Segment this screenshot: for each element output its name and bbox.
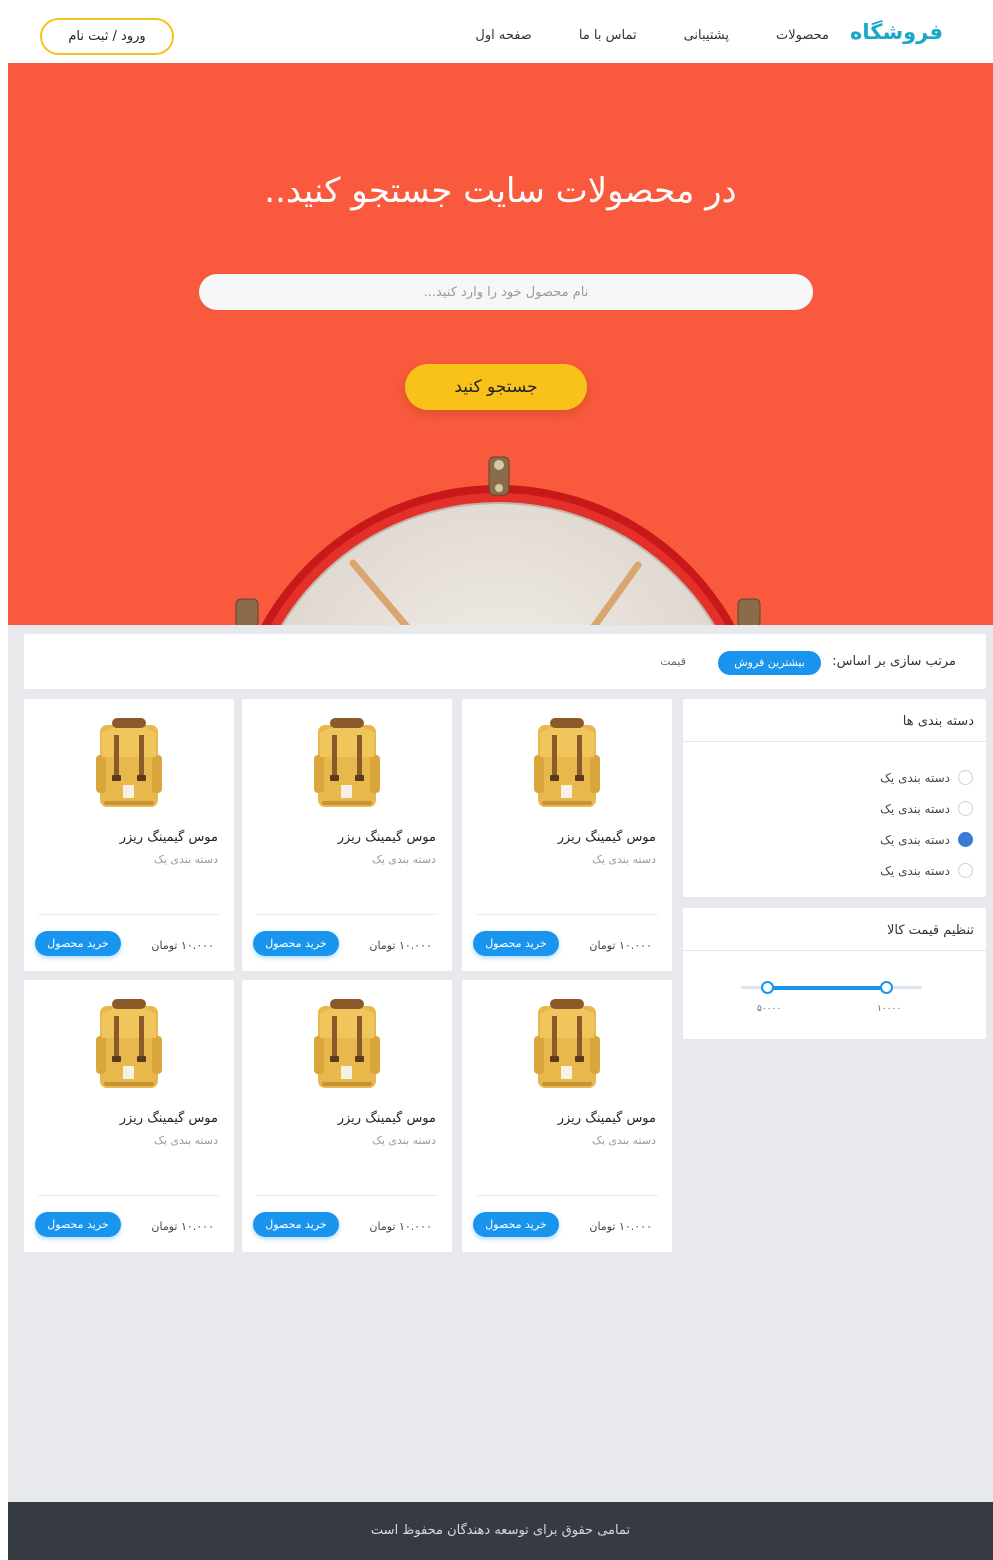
backpack-image <box>530 996 604 1092</box>
site-footer: تمامی حقوق برای توسعه دهندگان محفوظ است <box>8 1502 993 1560</box>
category-list: دسته بندی یک دسته بندی یک دسته بندی یک د… <box>683 742 986 886</box>
category-item[interactable]: دسته بندی یک <box>683 824 973 855</box>
sort-label: مرتب سازی بر اساس: <box>832 654 956 669</box>
slider-min-handle[interactable] <box>761 981 774 994</box>
sort-option-price[interactable]: قیمت <box>660 655 686 668</box>
search-button[interactable]: جستجو کنید <box>405 364 587 410</box>
brand-logo[interactable]: فروشگاه <box>850 20 943 44</box>
buy-button[interactable]: خرید محصول <box>473 931 559 956</box>
product-card[interactable]: موس گیمینگ ریزر دسته بندی یک ۱۰.۰۰۰ توما… <box>462 980 672 1252</box>
price-filter-title: تنظیم قیمت کالا <box>683 908 986 951</box>
slider-max-handle[interactable] <box>880 981 893 994</box>
nav-support[interactable]: پشتیبانی <box>684 28 729 43</box>
product-name: موس گیمینگ ریزر <box>557 830 656 845</box>
product-category: دسته بندی یک <box>592 1134 656 1147</box>
category-label: دسته بندی یک <box>880 801 950 816</box>
product-category: دسته بندی یک <box>154 1134 218 1147</box>
product-price: ۱۰.۰۰۰ تومان <box>151 1220 214 1233</box>
card-divider <box>476 1195 658 1196</box>
card-divider <box>38 914 220 915</box>
drum-illustration <box>235 456 761 625</box>
product-card[interactable]: موس گیمینگ ریزر دسته بندی یک ۱۰.۰۰۰ توما… <box>24 699 234 971</box>
price-filter-panel: تنظیم قیمت کالا ۵۰۰۰۰ ۱۰۰۰۰ <box>683 908 986 1039</box>
category-label: دسته بندی یک <box>880 863 950 878</box>
sort-bar: مرتب سازی بر اساس: بیشترین فروش قیمت <box>24 634 986 689</box>
nav-home[interactable]: صفحه اول <box>475 28 531 43</box>
product-name: موس گیمینگ ریزر <box>119 1111 218 1126</box>
category-label: دسته بندی یک <box>880 832 950 847</box>
product-price: ۱۰.۰۰۰ تومان <box>151 939 214 952</box>
product-price: ۱۰.۰۰۰ تومان <box>589 939 652 952</box>
product-name: موس گیمینگ ریزر <box>337 830 436 845</box>
category-item[interactable]: دسته بندی یک <box>683 762 973 793</box>
product-card[interactable]: موس گیمینگ ریزر دسته بندی یک ۱۰.۰۰۰ توما… <box>242 980 452 1252</box>
buy-button[interactable]: خرید محصول <box>473 1212 559 1237</box>
product-card[interactable]: موس گیمینگ ریزر دسته بندی یک ۱۰.۰۰۰ توما… <box>24 980 234 1252</box>
price-min-label: ۱۰۰۰۰ <box>877 1004 902 1014</box>
category-item[interactable]: دسته بندی یک <box>683 855 973 886</box>
search-input[interactable] <box>199 274 813 310</box>
card-divider <box>38 1195 220 1196</box>
buy-button[interactable]: خرید محصول <box>253 1212 339 1237</box>
buy-button[interactable]: خرید محصول <box>253 931 339 956</box>
price-range-slider[interactable]: ۵۰۰۰۰ ۱۰۰۰۰ <box>683 951 986 1039</box>
buy-button[interactable]: خرید محصول <box>35 1212 121 1237</box>
buy-button[interactable]: خرید محصول <box>35 931 121 956</box>
product-category: دسته بندی یک <box>372 853 436 866</box>
product-name: موس گیمینگ ریزر <box>119 830 218 845</box>
price-max-label: ۵۰۰۰۰ <box>757 1004 782 1014</box>
card-divider <box>256 914 438 915</box>
backpack-image <box>310 996 384 1092</box>
product-card[interactable]: موس گیمینگ ریزر دسته بندی یک ۱۰.۰۰۰ توما… <box>462 699 672 971</box>
backpack-image <box>92 715 166 811</box>
product-price: ۱۰.۰۰۰ تومان <box>589 1220 652 1233</box>
page: فروشگاه صفحه اول تماس با ما پشتیبانی محص… <box>8 0 993 1560</box>
nav-products[interactable]: محصولات <box>776 28 829 43</box>
category-radio[interactable] <box>958 863 973 878</box>
nav-contact[interactable]: تماس با ما <box>579 28 637 43</box>
product-name: موس گیمینگ ریزر <box>557 1111 656 1126</box>
backpack-image <box>92 996 166 1092</box>
category-radio-selected[interactable] <box>958 832 973 847</box>
category-item[interactable]: دسته بندی یک <box>683 793 973 824</box>
product-name: موس گیمینگ ریزر <box>337 1111 436 1126</box>
category-label: دسته بندی یک <box>880 770 950 785</box>
slider-track-fill <box>768 986 888 990</box>
hero-title: در محصولات سایت جستجو کنید.. <box>264 171 737 211</box>
backpack-image <box>310 715 384 811</box>
login-register-button[interactable]: ورود / ثبت نام <box>40 18 174 55</box>
categories-title: دسته بندی ها <box>683 699 986 742</box>
product-price: ۱۰.۰۰۰ تومان <box>369 939 432 952</box>
product-price: ۱۰.۰۰۰ تومان <box>369 1220 432 1233</box>
card-divider <box>476 914 658 915</box>
product-category: دسته بندی یک <box>372 1134 436 1147</box>
main-nav: صفحه اول تماس با ما پشتیبانی محصولات <box>428 28 829 43</box>
hero-banner: در محصولات سایت جستجو کنید.. جستجو کنید <box>8 63 993 625</box>
backpack-image <box>530 715 604 811</box>
site-header: فروشگاه صفحه اول تماس با ما پشتیبانی محص… <box>8 0 993 63</box>
category-radio[interactable] <box>958 801 973 816</box>
categories-panel: دسته بندی ها دسته بندی یک دسته بندی یک د… <box>683 699 986 897</box>
product-category: دسته بندی یک <box>592 853 656 866</box>
card-divider <box>256 1195 438 1196</box>
product-card[interactable]: موس گیمینگ ریزر دسته بندی یک ۱۰.۰۰۰ توما… <box>242 699 452 971</box>
sort-option-bestselling[interactable]: بیشترین فروش <box>718 651 821 675</box>
product-category: دسته بندی یک <box>154 853 218 866</box>
category-radio[interactable] <box>958 770 973 785</box>
